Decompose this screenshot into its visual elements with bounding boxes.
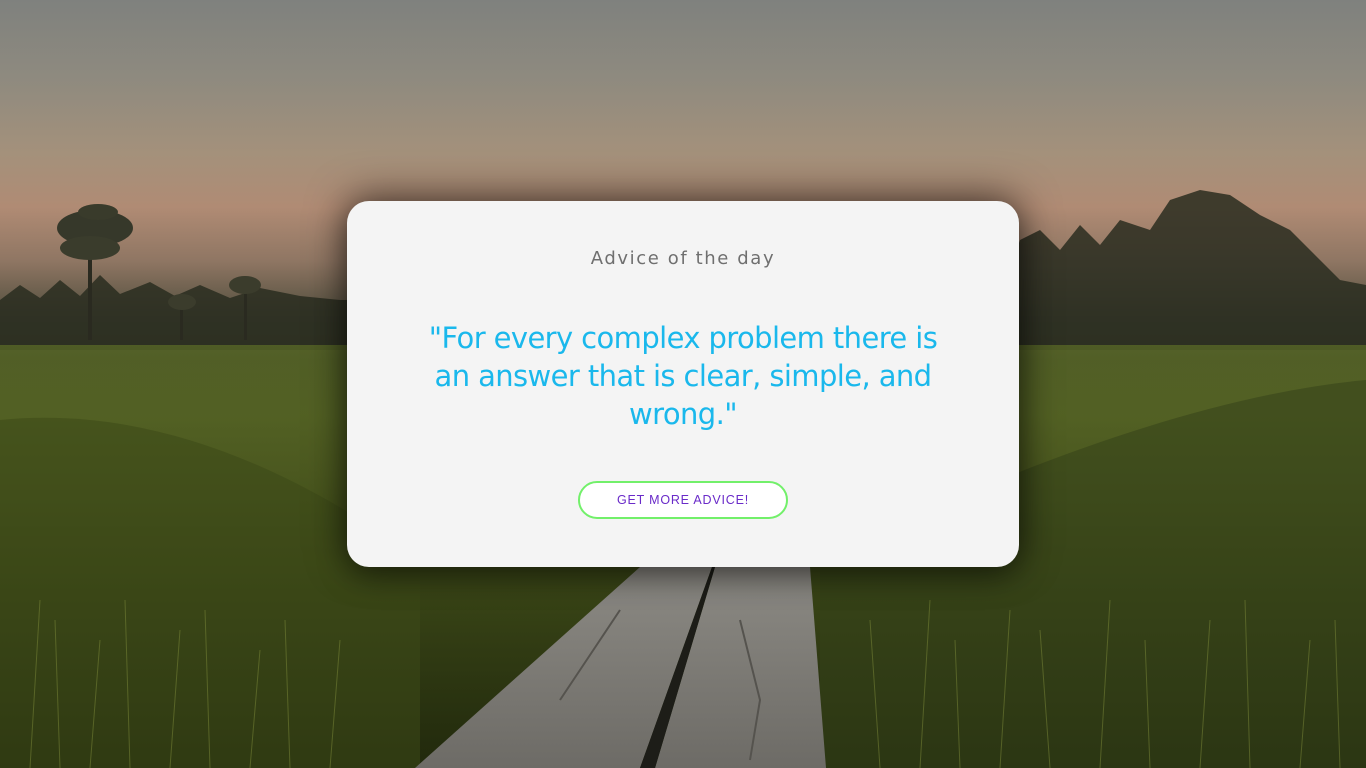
advice-quote: "For every complex problem there is an a… [428,321,938,431]
get-more-advice-button[interactable]: GET MORE ADVICE! [578,481,788,519]
card-title: Advice of the day [590,248,776,269]
advice-card: Advice of the day "For every complex pro… [347,201,1019,567]
